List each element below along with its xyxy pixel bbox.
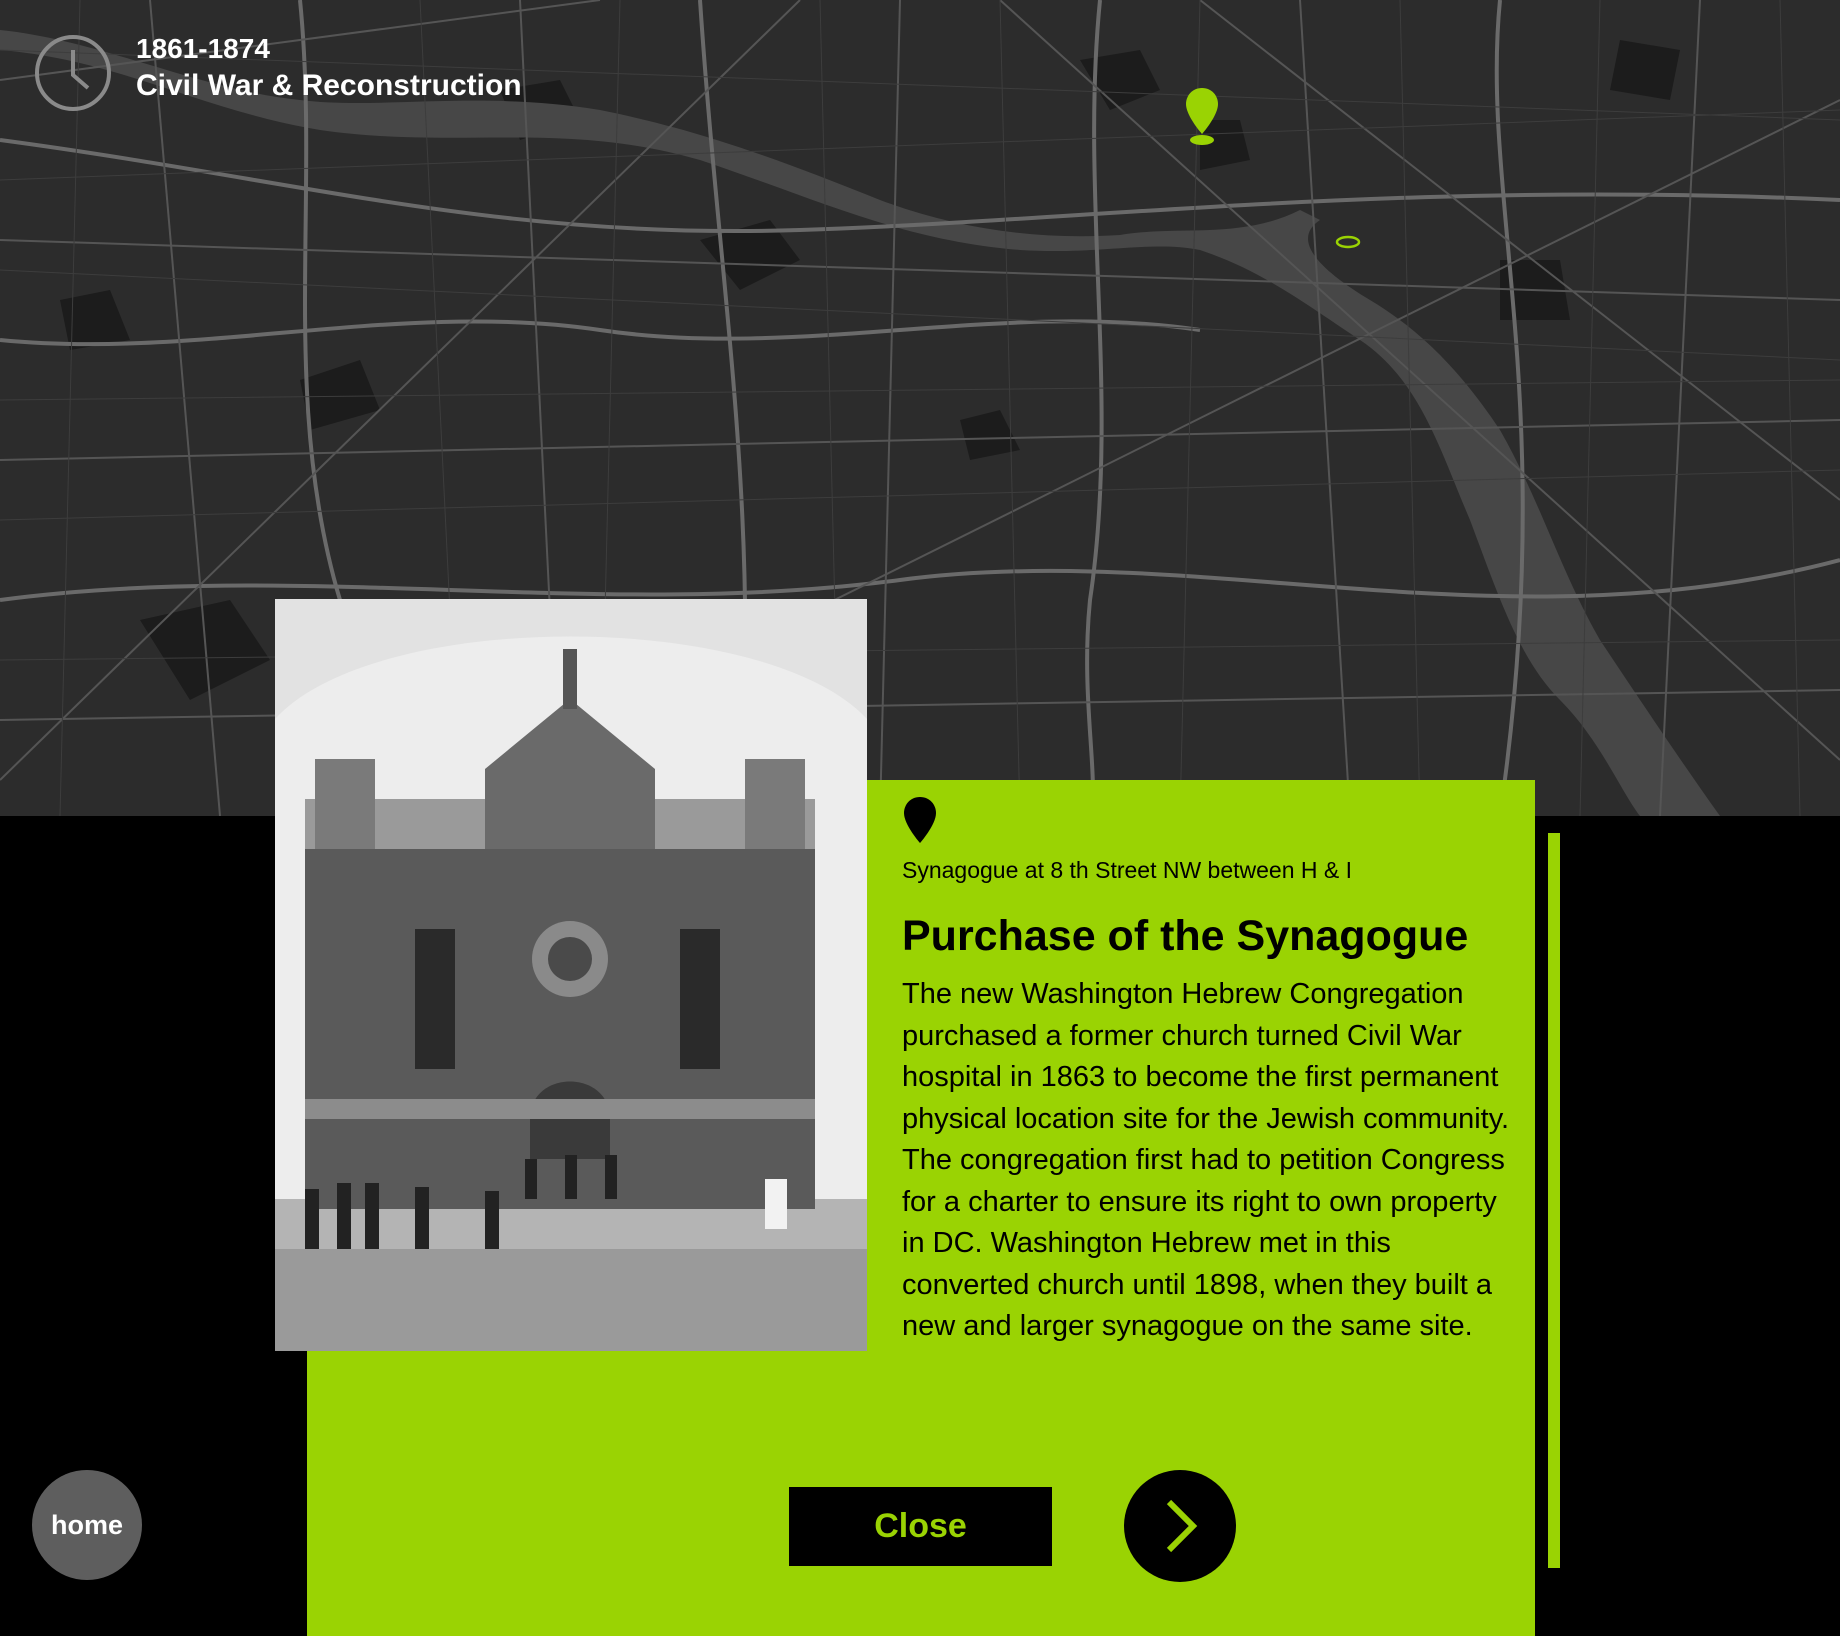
era-title: Civil War & Reconstruction <box>136 69 522 102</box>
location-pin-icon <box>904 797 936 843</box>
era-years: 1861-1874 <box>136 33 270 64</box>
story-content: Synagogue at 8 th Street NW between H & … <box>902 795 1522 1348</box>
era-header: 1861-1874 Civil War & Reconstruction <box>32 32 522 114</box>
clock-icon <box>35 35 111 111</box>
chevron-right-icon <box>1166 1499 1198 1553</box>
story-body: The new Washington Hebrew Congregation p… <box>902 978 1510 1342</box>
scrollbar[interactable] <box>1548 833 1560 1568</box>
location-label: Synagogue at 8 th Street NW between H & … <box>902 857 1353 883</box>
map-pin-icon[interactable] <box>1184 86 1220 146</box>
synagogue-photo <box>275 599 867 1351</box>
story-heading: Purchase of the Synagogue <box>902 912 1469 960</box>
location-marker-oval[interactable] <box>1334 234 1362 250</box>
next-button[interactable] <box>1124 1470 1236 1582</box>
home-button[interactable]: home <box>32 1470 142 1580</box>
close-button[interactable]: Close <box>789 1487 1052 1566</box>
